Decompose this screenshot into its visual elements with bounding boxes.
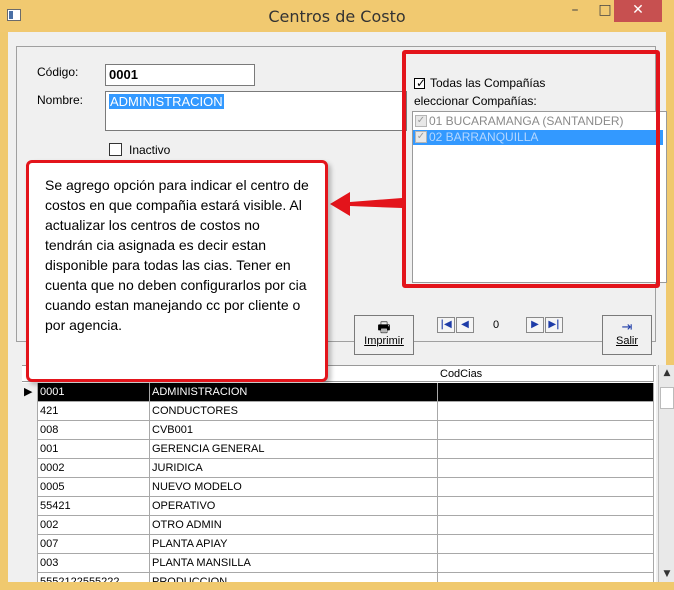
row-indicator[interactable]	[22, 459, 38, 478]
imprimir-button[interactable]: 🖶 Imprimir	[354, 315, 414, 355]
cell-code[interactable]: 421	[38, 402, 150, 421]
table-row[interactable]: 001 GERENCIA GENERAL	[22, 440, 654, 459]
inactivo-label: Inactivo	[129, 143, 171, 157]
first-record-button[interactable]: |◀	[437, 317, 455, 333]
cell-code[interactable]: 008	[38, 421, 150, 440]
cell-code[interactable]: 002	[38, 516, 150, 535]
record-number: 0	[493, 319, 500, 331]
cell-code[interactable]: 003	[38, 554, 150, 573]
cost-center-grid[interactable]: CodCias ▶ 0001 ADMINISTRACION 421 CONDUCTORE…	[22, 365, 656, 582]
scroll-thumb[interactable]	[660, 387, 674, 409]
table-row[interactable]: 0005 NUEVO MODELO	[22, 478, 654, 497]
cell-code[interactable]: 0001	[38, 383, 150, 402]
cell-codcias[interactable]	[438, 516, 654, 535]
cell-name[interactable]: GERENCIA GENERAL	[150, 440, 438, 459]
cell-codcias[interactable]	[438, 478, 654, 497]
imprimir-label: Imprimir	[364, 335, 404, 347]
table-row[interactable]: 003 PLANTA MANSILLA	[22, 554, 654, 573]
cell-name[interactable]: PLANTA MANSILLA	[150, 554, 438, 573]
table-row[interactable]: ▶ 0001 ADMINISTRACION	[22, 383, 654, 402]
cell-name[interactable]: PRODUCCION	[150, 573, 438, 582]
cell-codcias[interactable]	[438, 459, 654, 478]
cell-name[interactable]: JURIDICA	[150, 459, 438, 478]
highlight-box	[402, 50, 660, 288]
table-row[interactable]: 008 CVB001	[22, 421, 654, 440]
codigo-input[interactable]: 0001	[105, 64, 255, 86]
scroll-down-icon[interactable]: ▼	[659, 566, 674, 582]
cell-name[interactable]: PLANTA APIAY	[150, 535, 438, 554]
row-indicator[interactable]	[22, 497, 38, 516]
callout-arrow-icon	[330, 192, 402, 216]
row-indicator[interactable]: ▶	[22, 383, 38, 402]
row-indicator[interactable]	[22, 554, 38, 573]
row-indicator[interactable]	[22, 535, 38, 554]
annotation-callout: Se agrego opción para indicar el centro …	[26, 160, 328, 382]
cell-name[interactable]: NUEVO MODELO	[150, 478, 438, 497]
cell-codcias[interactable]	[438, 554, 654, 573]
prev-record-button[interactable]: ◀	[456, 317, 474, 333]
cell-name[interactable]: CONDUCTORES	[150, 402, 438, 421]
cell-codcias[interactable]	[438, 421, 654, 440]
close-button[interactable]: ✕	[614, 0, 662, 22]
row-indicator[interactable]	[22, 421, 38, 440]
cell-codcias[interactable]	[438, 497, 654, 516]
row-indicator[interactable]	[22, 478, 38, 497]
column-header-codcias[interactable]: CodCias	[438, 366, 654, 382]
cell-code[interactable]: 0002	[38, 459, 150, 478]
cell-codcias[interactable]	[438, 440, 654, 459]
row-indicator[interactable]	[22, 440, 38, 459]
cell-codcias[interactable]	[438, 402, 654, 421]
row-indicator[interactable]	[22, 516, 38, 535]
table-row[interactable]: 0002 JURIDICA	[22, 459, 654, 478]
cell-name[interactable]: ADMINISTRACION	[150, 383, 438, 402]
cell-codcias[interactable]	[438, 573, 654, 582]
next-record-button[interactable]: ▶	[526, 317, 544, 333]
nombre-input[interactable]: ADMINISTRACION	[105, 91, 407, 131]
salir-button[interactable]: ⇥ Salir	[602, 315, 652, 355]
nombre-label: Nombre:	[37, 93, 84, 107]
cell-code[interactable]: 001	[38, 440, 150, 459]
table-row[interactable]: 002 OTRO ADMIN	[22, 516, 654, 535]
row-indicator[interactable]	[22, 402, 38, 421]
cell-code[interactable]: 007	[38, 535, 150, 554]
cell-codcias[interactable]	[438, 535, 654, 554]
cell-name[interactable]: OPERATIVO	[150, 497, 438, 516]
printer-icon: 🖶	[377, 319, 391, 335]
table-row[interactable]: 55421 OPERATIVO	[22, 497, 654, 516]
callout-text: Se agrego opción para indicar el centro …	[45, 177, 309, 333]
table-row[interactable]: 007 PLANTA APIAY	[22, 535, 654, 554]
cell-name[interactable]: OTRO ADMIN	[150, 516, 438, 535]
title-bar[interactable]: Centros de Costo – □ ✕	[0, 0, 674, 32]
scroll-up-icon[interactable]: ▲	[659, 365, 674, 381]
cell-code[interactable]: 5552122555222	[38, 573, 150, 582]
codigo-label: Código:	[37, 65, 79, 79]
table-row[interactable]: 5552122555222 PRODUCCION	[22, 573, 654, 582]
cell-name[interactable]: CVB001	[150, 421, 438, 440]
nombre-selected-text: ADMINISTRACION	[109, 94, 224, 109]
row-indicator[interactable]	[22, 573, 38, 582]
table-row[interactable]: 421 CONDUCTORES	[22, 402, 654, 421]
exit-door-icon: ⇥	[621, 319, 633, 334]
cell-codcias[interactable]	[438, 383, 654, 402]
minimize-button[interactable]: –	[560, 0, 590, 22]
cell-code[interactable]: 55421	[38, 497, 150, 516]
cell-code[interactable]: 0005	[38, 478, 150, 497]
app-window: Centros de Costo – □ ✕ Código: 0001 Nomb…	[0, 0, 674, 590]
last-record-button[interactable]: ▶|	[545, 317, 563, 333]
salir-label: Salir	[615, 335, 638, 347]
inactivo-checkbox[interactable]	[109, 143, 122, 156]
grid-vertical-scrollbar[interactable]: ▲ ▼	[658, 365, 674, 582]
